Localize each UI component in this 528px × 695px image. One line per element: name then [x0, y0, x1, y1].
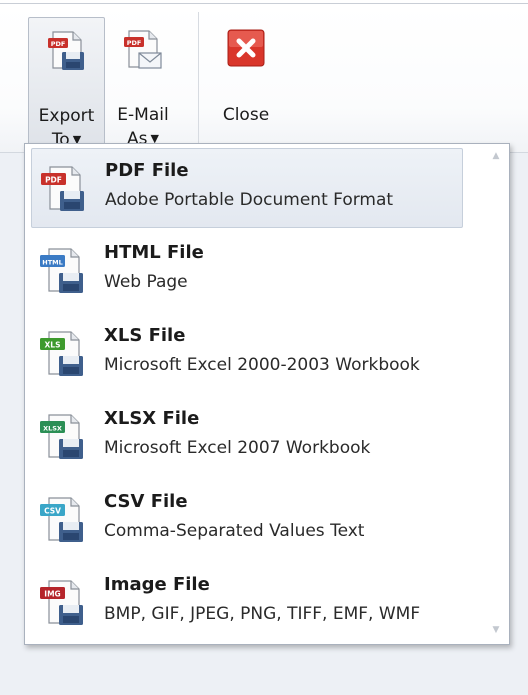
svg-text:XLS: XLS	[45, 341, 61, 350]
svg-text:PDF: PDF	[50, 40, 65, 48]
menu-item-description: Comma-Separated Values Text	[104, 521, 365, 541]
menu-item-pdf[interactable]: PDF PDF File Adobe Portable Document For…	[31, 148, 463, 228]
menu-item-title: CSV File	[104, 491, 188, 512]
pdf-save-icon: PDF	[45, 28, 89, 79]
menu-item-description: Web Page	[104, 272, 188, 292]
menu-item-description: Adobe Portable Document Format	[105, 190, 394, 210]
export-format-menu: PDF PDF File Adobe Portable Document For…	[24, 143, 510, 645]
scroll-up-arrow-icon[interactable]: ▲	[487, 148, 505, 164]
menu-item-html[interactable]: HTML HTML File Web Page	[31, 231, 461, 309]
menu-item-description: BMP, GIF, JPEG, PNG, TIFF, EMF, WMF	[104, 604, 421, 624]
pdf-mail-icon: PDF	[121, 27, 165, 78]
menu-item-title: XLS File	[104, 325, 186, 346]
menu-item-csv[interactable]: CSV CSV File Comma-Separated Values Text	[31, 480, 461, 558]
toolbar-separator	[198, 12, 199, 150]
menu-item-title: HTML File	[104, 242, 204, 263]
svg-text:PDF: PDF	[127, 39, 142, 47]
close-icon	[227, 29, 265, 74]
xlsx-file-icon: XLSX	[37, 411, 87, 465]
export-label-line1: Export	[38, 106, 95, 126]
menu-item-title: XLSX File	[104, 408, 200, 429]
svg-text:XLSX: XLSX	[43, 425, 62, 433]
ribbon-toolbar: PDF Export To ▼ PDF E-Mail As ▼ Close	[0, 4, 528, 153]
menu-item-title: PDF File	[105, 160, 189, 181]
menu-item-description: Microsoft Excel 2000-2003 Workbook	[104, 355, 420, 375]
xls-file-icon: XLS	[37, 328, 87, 382]
csv-file-icon: CSV	[37, 494, 87, 548]
email-label-line1: E-Mail	[117, 105, 169, 125]
html-file-icon: HTML	[37, 245, 87, 299]
svg-text:IMG: IMG	[44, 590, 60, 599]
menu-item-description: Microsoft Excel 2007 Workbook	[104, 438, 371, 458]
close-label: Close	[222, 105, 270, 125]
pdf-file-icon: PDF	[38, 163, 88, 217]
menu-item-xls[interactable]: XLS XLS File Microsoft Excel 2000-2003 W…	[31, 314, 461, 392]
email-as-button[interactable]: PDF E-Mail As ▼	[108, 17, 178, 149]
export-to-button[interactable]: PDF Export To ▼	[28, 17, 105, 150]
menu-item-title: Image File	[104, 574, 210, 595]
menu-item-xlsx[interactable]: XLSX XLSX File Microsoft Excel 2007 Work…	[31, 397, 461, 475]
svg-text:HTML: HTML	[42, 259, 62, 267]
svg-text:CSV: CSV	[44, 507, 61, 516]
close-button[interactable]: Close	[210, 17, 282, 145]
menu-scrollbar[interactable]: ▲ ▼	[487, 148, 505, 638]
svg-text:PDF: PDF	[45, 176, 62, 185]
menu-item-image[interactable]: IMG Image File BMP, GIF, JPEG, PNG, TIFF…	[31, 563, 461, 641]
scroll-down-arrow-icon[interactable]: ▼	[487, 622, 505, 638]
image-file-icon: IMG	[37, 577, 87, 631]
